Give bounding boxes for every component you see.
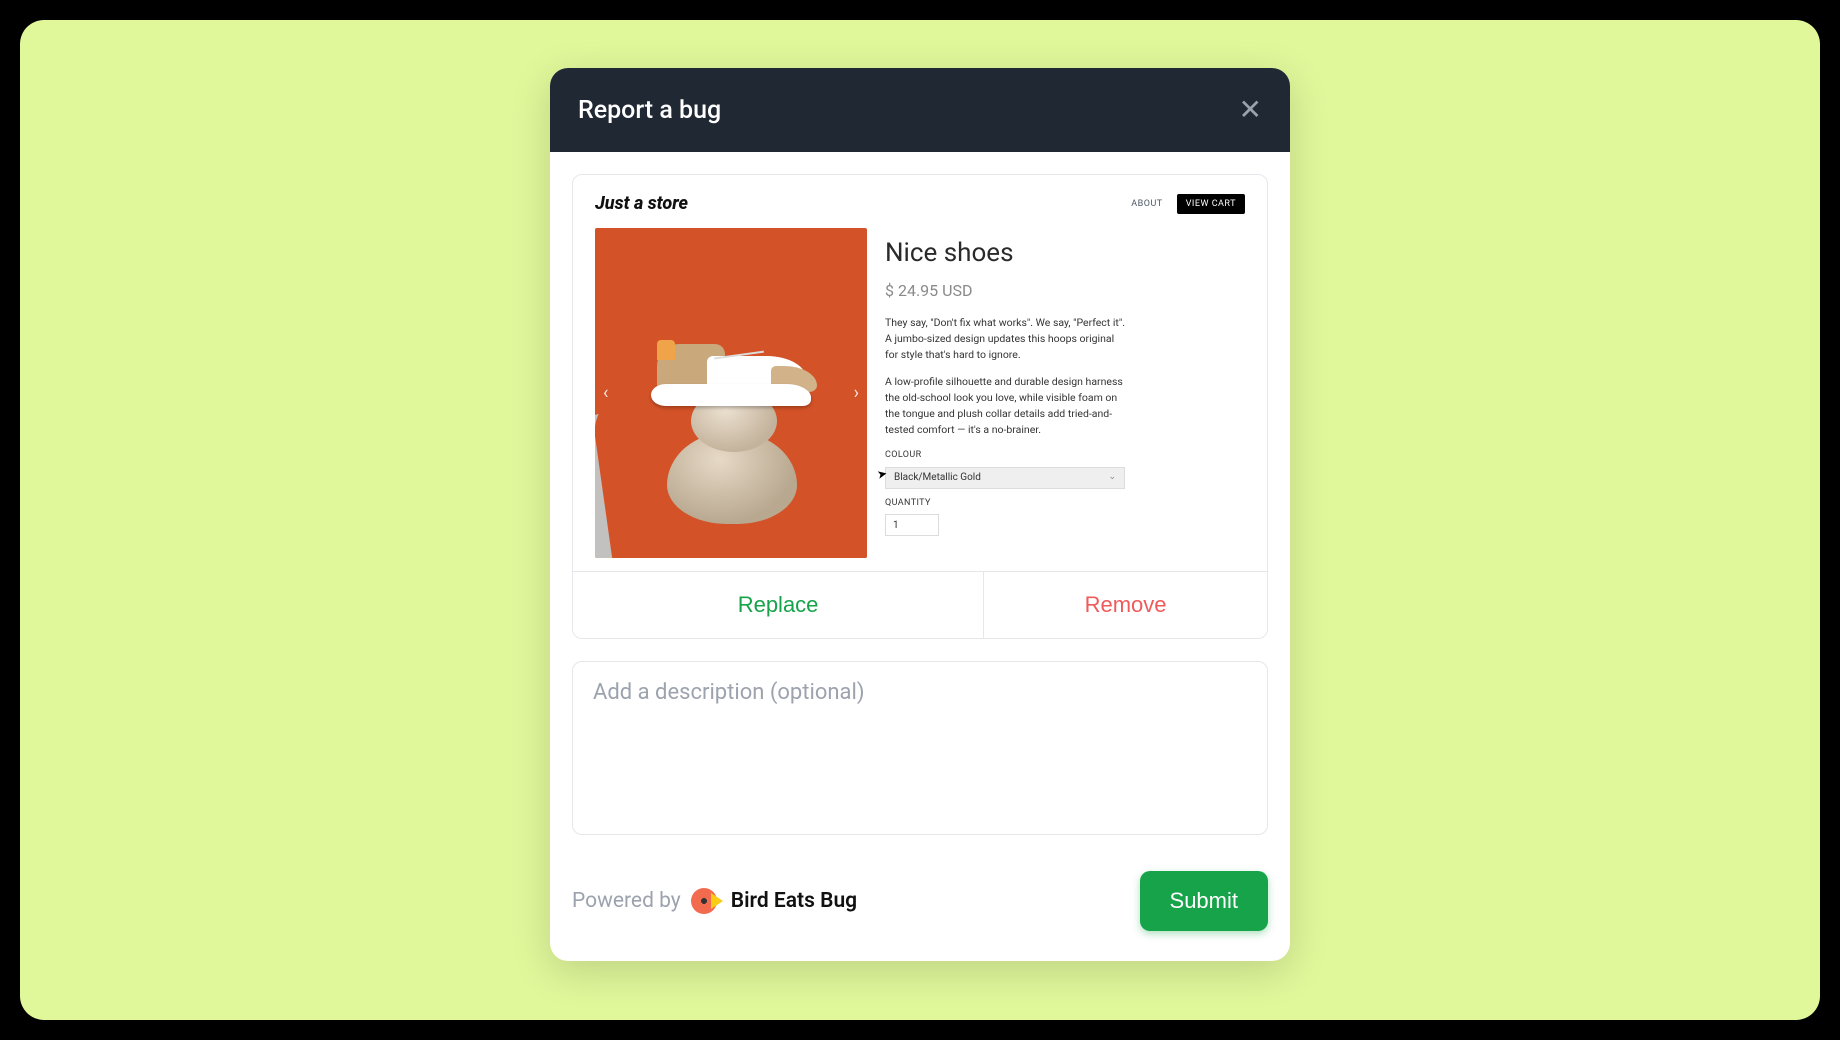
quantity-input: 1 xyxy=(885,514,939,536)
product-title: Nice shoes xyxy=(885,234,1245,273)
modal-title: Report a bug xyxy=(578,96,721,125)
powered-by: Powered by Bird Eats Bug xyxy=(572,888,857,914)
stage-background: Report a bug ✕ Just a store ABOUT VIEW C… xyxy=(20,20,1820,1020)
remove-button[interactable]: Remove xyxy=(984,572,1267,638)
submit-button[interactable]: Submit xyxy=(1140,871,1268,931)
description-box xyxy=(572,661,1268,835)
store-name: Just a store xyxy=(595,193,688,214)
preview-body: ‹ › Nice shoes $ 24.95 USD They say, "Do… xyxy=(595,228,1245,558)
powered-by-label: Powered by xyxy=(572,889,681,913)
preview-header: Just a store ABOUT VIEW CART xyxy=(595,193,1245,214)
colour-value: Black/Metallic Gold xyxy=(894,470,981,485)
screenshot-preview: Just a store ABOUT VIEW CART xyxy=(573,175,1267,571)
screenshot-actions: Replace Remove xyxy=(573,571,1267,638)
about-link: ABOUT xyxy=(1131,199,1162,209)
bird-eats-bug-logo[interactable]: Bird Eats Bug xyxy=(691,888,857,914)
modal-footer: Powered by Bird Eats Bug Submit xyxy=(572,871,1268,931)
chevron-left-icon: ‹ xyxy=(603,383,608,404)
quantity-value: 1 xyxy=(893,518,899,533)
replace-button[interactable]: Replace xyxy=(573,572,984,638)
report-bug-modal: Report a bug ✕ Just a store ABOUT VIEW C… xyxy=(550,68,1290,961)
modal-header: Report a bug ✕ xyxy=(550,68,1290,152)
bird-eats-bug-icon xyxy=(691,888,721,914)
screenshot-card: Just a store ABOUT VIEW CART xyxy=(572,174,1268,639)
colour-select: Black/Metallic Gold ⌄ xyxy=(885,467,1125,489)
product-image: ‹ › xyxy=(595,228,867,558)
product-description-2: A low-profile silhouette and durable des… xyxy=(885,374,1125,437)
colour-label: COLOUR xyxy=(885,449,1245,463)
close-icon[interactable]: ✕ xyxy=(1239,96,1262,124)
product-details: Nice shoes $ 24.95 USD They say, "Don't … xyxy=(885,228,1245,558)
preview-nav: ABOUT VIEW CART xyxy=(1131,194,1245,214)
product-price: $ 24.95 USD xyxy=(885,279,1245,303)
quantity-label: QUANTITY xyxy=(885,497,1245,511)
product-description-1: They say, "Don't fix what works". We say… xyxy=(885,315,1125,362)
description-input[interactable] xyxy=(593,680,1247,816)
chevron-right-icon: › xyxy=(854,383,859,404)
brand-name: Bird Eats Bug xyxy=(731,889,857,913)
modal-body: Just a store ABOUT VIEW CART xyxy=(550,152,1290,961)
view-cart-button: VIEW CART xyxy=(1177,194,1245,214)
chevron-down-icon: ⌄ xyxy=(1108,471,1116,485)
